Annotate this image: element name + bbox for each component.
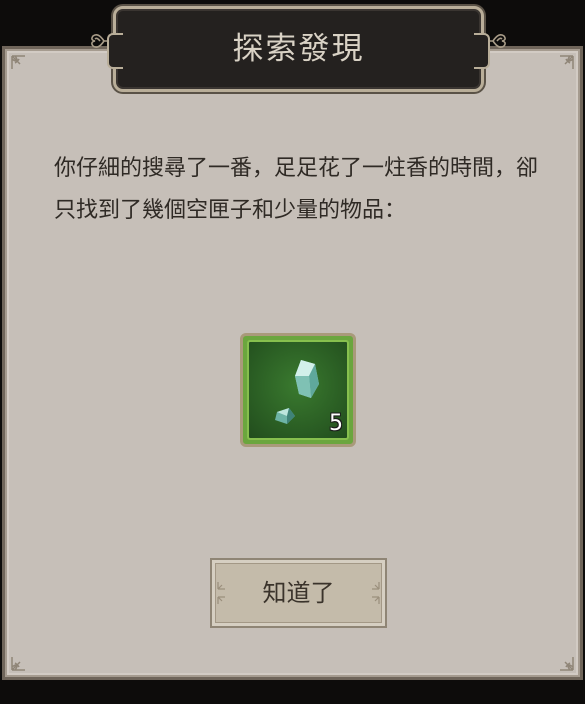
corner-ornament-icon (552, 55, 574, 77)
corner-ornament-icon (11, 55, 33, 77)
dialog-title: 探索發現 (232, 31, 365, 67)
item-count: 5 (329, 411, 343, 436)
corner-ornament-icon (11, 649, 33, 671)
button-corner-icon (370, 582, 380, 621)
button-corner-icon (370, 565, 380, 604)
dialog-message: 你仔細的搜尋了一番，足足花了一炷香的時間，卻只找到了幾個空匣子和少量的物品： (54, 156, 539, 223)
confirm-button[interactable]: 知道了 (210, 558, 387, 628)
button-corner-icon (217, 565, 227, 604)
dialog-title-plaque: 探索發現 (107, 6, 490, 92)
game-screen: 探索發現 你仔細的搜尋了一番，足足花了一炷香的時間，卻只找到了幾個空匣子和少量的… (0, 0, 585, 704)
confirm-button-label: 知道了 (262, 579, 335, 607)
reward-item-slot[interactable]: 5 (240, 333, 356, 447)
corner-ornament-icon (552, 649, 574, 671)
reward-item-frame: 5 (247, 340, 349, 440)
button-corner-icon (217, 582, 227, 621)
